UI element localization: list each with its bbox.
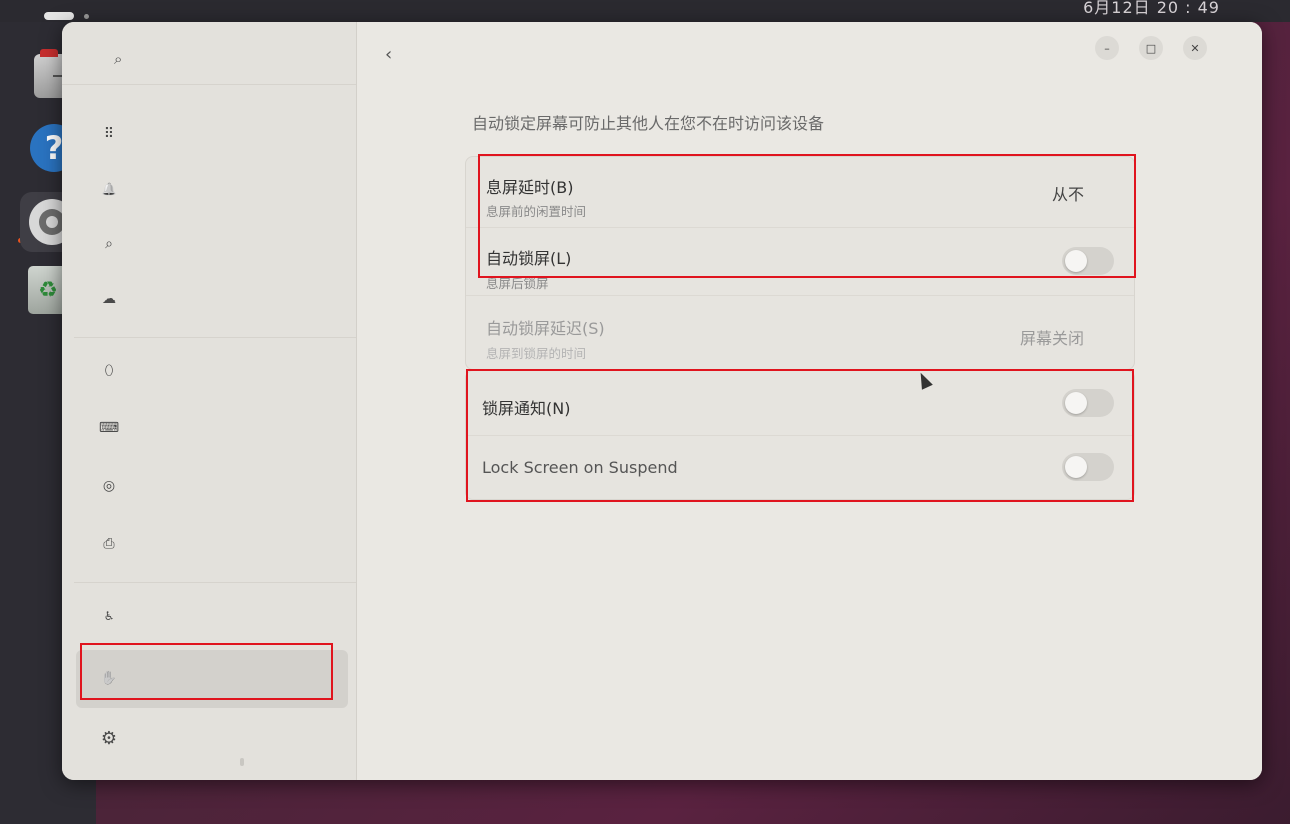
notifications-group: 锁屏通知(N) Lock Screen on Suspend bbox=[465, 370, 1135, 500]
lock-on-suspend-row[interactable]: Lock Screen on Suspend bbox=[466, 435, 1134, 499]
blank-delay-subtitle: 息屏前的闲置时间 bbox=[486, 204, 587, 219]
auto-lock-title: 自动锁屏(L) bbox=[486, 249, 572, 268]
auto-lock-subtitle: 息屏后锁屏 bbox=[486, 276, 549, 291]
back-icon[interactable]: ‹ bbox=[385, 44, 392, 65]
sidebar-item-printers[interactable]: ⎙ bbox=[98, 522, 338, 566]
sidebar-item-keyboard[interactable]: ⌨ bbox=[98, 406, 338, 450]
sidebar-item-notifications[interactable]: 🔔 bbox=[98, 167, 338, 211]
lock-notifications-toggle[interactable] bbox=[1062, 389, 1114, 417]
sidebar-item-online-accounts[interactable]: ☁ bbox=[98, 277, 338, 321]
lock-on-suspend-title: Lock Screen on Suspend bbox=[482, 458, 678, 477]
sidebar-item-search[interactable]: ⌕ bbox=[98, 222, 338, 266]
hand-icon: ✋ bbox=[100, 670, 118, 686]
main-panel: ‹ – □ ✕ 自动锁定屏幕可防止其他人在您不在时访问该设备 息屏延时(B) 息… bbox=[357, 22, 1262, 780]
screen-lock-group: 息屏延时(B) 息屏前的闲置时间 从不 自动锁屏(L) 息屏后锁屏 自动锁屏延迟… bbox=[465, 156, 1135, 370]
color-icon: ◎ bbox=[102, 478, 116, 494]
apps-icon: ⠿ bbox=[103, 126, 115, 142]
sidebar-item-color[interactable]: ◎ bbox=[98, 464, 338, 508]
sidebar-header: ⌕ bbox=[62, 22, 356, 85]
blank-delay-row[interactable]: 息屏延时(B) 息屏前的闲置时间 从不 bbox=[466, 157, 1134, 227]
toggle-knob bbox=[1065, 392, 1087, 414]
auto-lock-delay-row[interactable]: 自动锁屏延迟(S) 息屏到锁屏的时间 屏幕关闭 bbox=[466, 295, 1134, 367]
gear-icon: ⚙ bbox=[100, 727, 118, 749]
sidebar: ⌕ ⠿ 🔔 ⌕ ☁ ⬯ ⌨ ◎ ⎙ ♿ ✋ ⚙ bbox=[62, 22, 357, 780]
blank-delay-value[interactable]: 从不 bbox=[1052, 181, 1084, 205]
cloud-icon: ☁ bbox=[102, 291, 116, 307]
bell-icon: 🔔 bbox=[101, 182, 117, 196]
settings-window: ⌕ ⠿ 🔔 ⌕ ☁ ⬯ ⌨ ◎ ⎙ ♿ ✋ ⚙ ‹ – □ ✕ 自动锁定屏幕可防… bbox=[62, 22, 1262, 780]
printer-icon: ⎙ bbox=[103, 536, 115, 552]
sidebar-item-apps[interactable]: ⠿ bbox=[98, 112, 338, 156]
auto-lock-delay-subtitle: 息屏到锁屏的时间 bbox=[486, 346, 587, 361]
auto-lock-toggle[interactable] bbox=[1062, 247, 1114, 275]
activities-indicator[interactable] bbox=[44, 12, 74, 20]
auto-lock-delay-title: 自动锁屏延迟(S) bbox=[486, 319, 605, 338]
blank-delay-title: 息屏延时(B) bbox=[486, 178, 574, 197]
sidebar-divider bbox=[74, 582, 356, 583]
scrollbar[interactable] bbox=[240, 758, 244, 766]
auto-lock-delay-value[interactable]: 屏幕关闭 bbox=[1020, 325, 1084, 349]
sidebar-divider bbox=[74, 337, 356, 338]
intro-text: 自动锁定屏幕可防止其他人在您不在时访问该设备 bbox=[472, 114, 825, 133]
search-icon[interactable]: ⌕ bbox=[114, 50, 122, 68]
sidebar-item-accessibility[interactable]: ♿ bbox=[98, 594, 338, 638]
keyboard-icon: ⌨ bbox=[98, 420, 120, 436]
search-nav-icon: ⌕ bbox=[105, 236, 113, 252]
minimize-button[interactable]: – bbox=[1095, 36, 1119, 60]
sidebar-item-privacy[interactable]: ✋ bbox=[98, 656, 338, 700]
toggle-knob bbox=[1065, 250, 1087, 272]
accessibility-icon: ♿ bbox=[103, 609, 115, 623]
lock-notifications-title: 锁屏通知(N) bbox=[482, 399, 571, 418]
toggle-knob bbox=[1065, 456, 1087, 478]
maximize-button[interactable]: □ bbox=[1139, 36, 1163, 60]
mouse-icon: ⬯ bbox=[104, 363, 114, 379]
sidebar-item-system[interactable]: ⚙ bbox=[98, 716, 338, 760]
sidebar-item-mouse[interactable]: ⬯ bbox=[98, 349, 338, 393]
close-button[interactable]: ✕ bbox=[1183, 36, 1207, 60]
top-bar: 6月12日 20 : 49 bbox=[0, 0, 1290, 22]
lock-on-suspend-toggle[interactable] bbox=[1062, 453, 1114, 481]
lock-notifications-row[interactable]: 锁屏通知(N) bbox=[466, 371, 1134, 435]
workspace-dot bbox=[84, 14, 89, 19]
auto-lock-row[interactable]: 自动锁屏(L) 息屏后锁屏 bbox=[466, 227, 1134, 295]
clock[interactable]: 6月12日 20 : 49 bbox=[1083, 0, 1220, 18]
